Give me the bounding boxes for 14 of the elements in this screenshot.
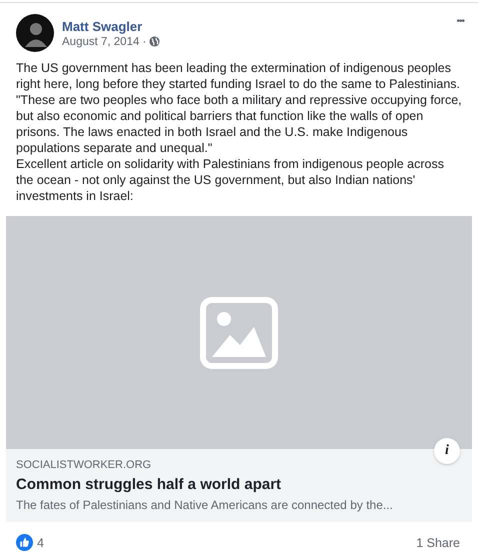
reaction-count[interactable]: 4: [37, 536, 44, 550]
post-text: The US government has been leading the extermination of indigenous peoples right here, long before they started funding Israel to do the same to Palestinians. "These are two peoples who face both a military and repressive occupying force, but also economic and political barriers that function like the walls of open prisons. The laws enacted in both Israel and the U.S. make Indigenous populations separate and unequal.": [16, 60, 463, 156]
link-title[interactable]: Common struggles half a world apart: [16, 476, 462, 493]
more-options-button[interactable]: •••: [456, 16, 464, 27]
image-placeholder-icon: [200, 296, 278, 368]
link-description: The fates of Palestinians and Native Americans are connected by the...: [16, 498, 394, 512]
link-domain: SOCIALISTWORKER.ORG: [16, 459, 152, 471]
like-icon[interactable]: [16, 534, 33, 551]
post-date[interactable]: August 7, 2014 ·: [62, 36, 146, 48]
avatar[interactable]: [16, 14, 54, 52]
post-text: Excellent article on solidarity with Palestinians from indigenous people across the ocean - not only against the US government, but also Indian nations' investments in Israel:: [16, 156, 445, 204]
author-name[interactable]: Matt Swagler: [62, 18, 448, 34]
share-count[interactable]: 1 Share: [416, 536, 460, 550]
globe-icon: [149, 36, 160, 47]
